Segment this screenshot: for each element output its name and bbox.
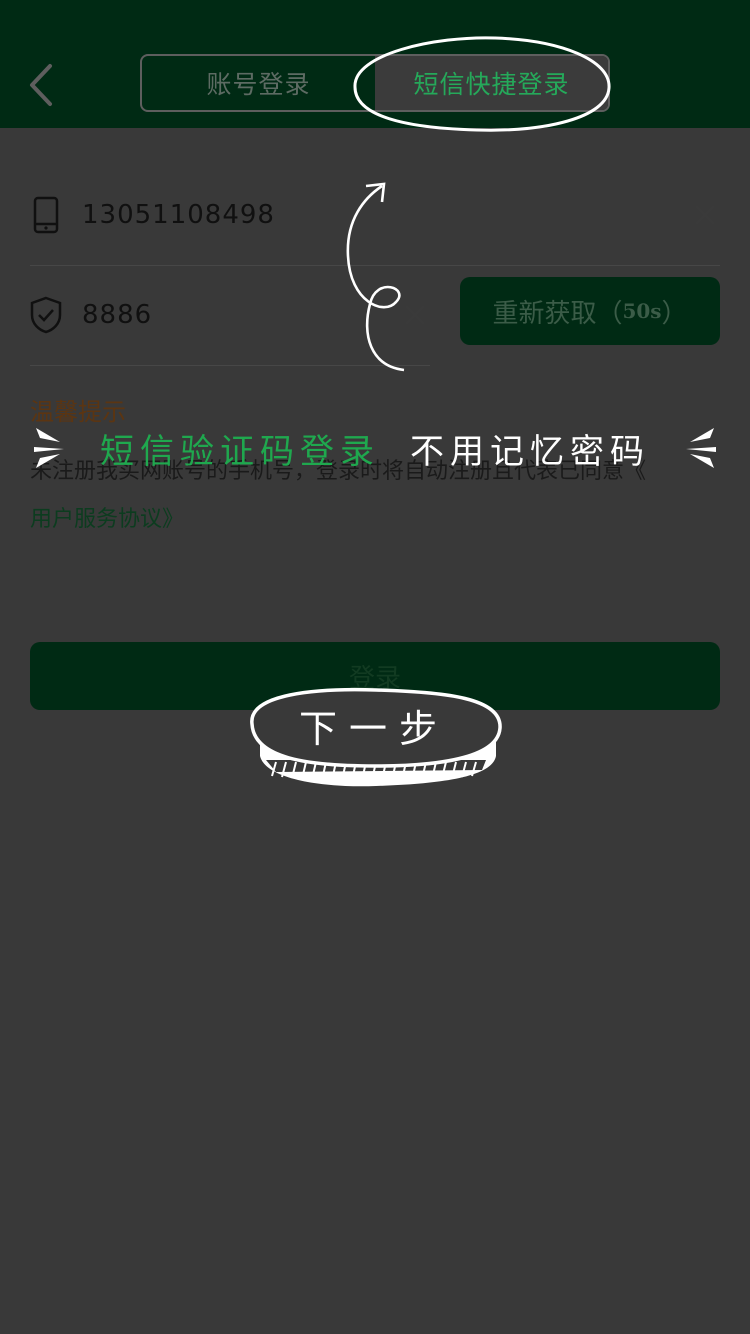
next-step-annotation: 下一步	[246, 684, 506, 792]
arrow-annotation	[346, 182, 405, 372]
resend-label: 重新获取（	[492, 298, 623, 329]
chevron-left-icon	[30, 64, 52, 106]
back-button[interactable]	[22, 60, 62, 110]
sparkle-right-icon	[686, 428, 716, 468]
tab-account-login[interactable]: 账号登录	[142, 56, 375, 110]
next-step-label: 下一步	[298, 707, 449, 751]
resend-countdown: 50s	[622, 299, 662, 323]
circle-highlight-annotation	[353, 36, 611, 132]
resend-code-button[interactable]: 重新获取（ 50s）	[460, 277, 720, 345]
user-agreement-link[interactable]: 用户服务协议》	[30, 507, 184, 532]
nav-header: 账号登录 短信快捷登录	[0, 0, 750, 132]
close-icon	[695, 205, 715, 225]
resend-suffix: ）	[661, 298, 688, 329]
banner-white-text: 不用记忆密码	[410, 431, 650, 472]
sparkle-left-icon	[34, 428, 64, 468]
clear-phone-button[interactable]	[690, 200, 720, 230]
shield-check-icon	[30, 295, 62, 335]
phone-icon	[30, 195, 62, 235]
banner-green-text: 短信验证码登录	[100, 431, 380, 472]
feature-banner-annotation: 短信验证码登录 不用记忆密码	[30, 420, 720, 476]
